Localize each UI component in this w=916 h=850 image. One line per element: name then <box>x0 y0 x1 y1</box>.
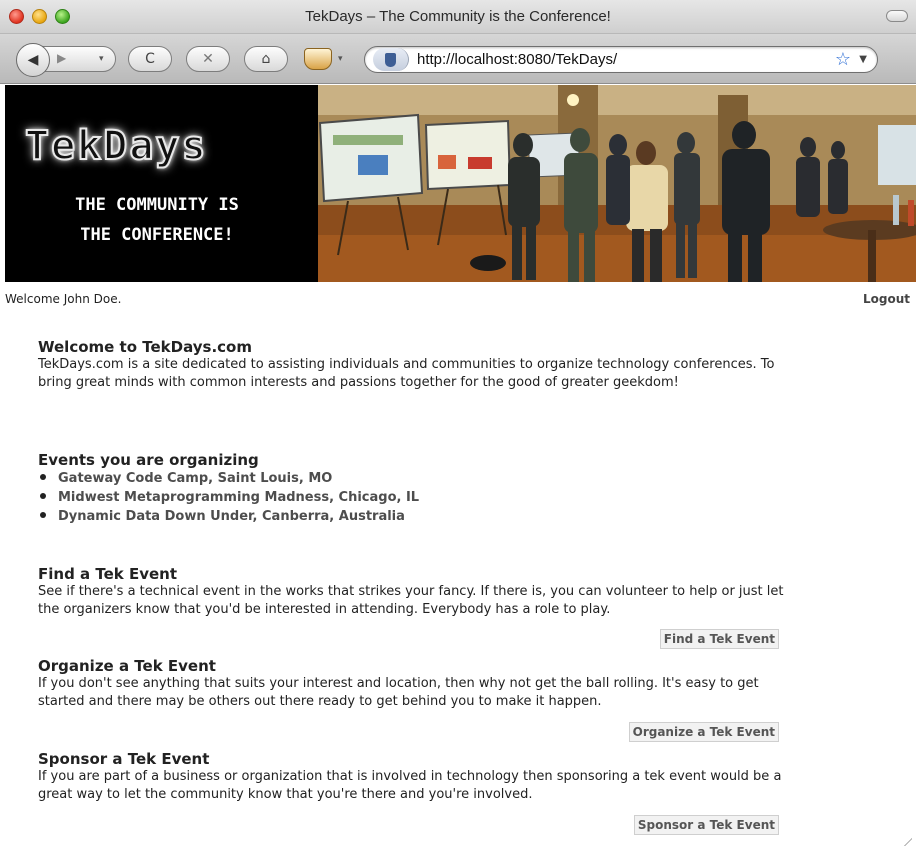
organizing-section: Events you are organizing Gateway Code C… <box>38 451 798 526</box>
window-titlebar: TekDays – The Community is the Conferenc… <box>0 0 916 34</box>
intro-body: TekDays.com is a site dedicated to assis… <box>38 357 775 390</box>
home-button[interactable]: ⌂ <box>244 46 288 72</box>
browser-toolbar: ◀ ▶ ▾ C ✕ ⌂ ▾ http://localhost:8080/TekD… <box>0 34 916 84</box>
tagline-line-1: THE COMMUNITY IS <box>75 195 239 215</box>
site-banner: TekDays THE COMMUNITY IS THE CONFERENCE! <box>5 85 916 282</box>
logo-panel: TekDays THE COMMUNITY IS THE CONFERENCE! <box>5 85 318 282</box>
find-heading: Find a Tek Event <box>38 565 178 583</box>
list-item: Dynamic Data Down Under, Canberra, Austr… <box>38 507 798 526</box>
forward-arrow-icon: ▶ <box>57 51 67 65</box>
cup-dropdown-icon[interactable]: ▾ <box>338 54 343 64</box>
conference-photo <box>318 85 916 282</box>
back-forward-control: ◀ ▶ ▾ <box>16 43 116 77</box>
bookmark-star-icon[interactable]: ☆ <box>835 49 851 70</box>
organizing-events-list: Gateway Code Camp, Saint Louis, MO Midwe… <box>38 469 798 526</box>
tagline: THE COMMUNITY IS THE CONFERENCE! <box>23 190 291 250</box>
reload-icon: C <box>145 51 155 67</box>
firebug-cup-icon[interactable] <box>304 48 332 70</box>
organize-event-button[interactable]: Organize a Tek Event <box>628 722 779 742</box>
logout-link[interactable]: Logout <box>863 292 910 306</box>
toolbar-toggle-button[interactable] <box>886 10 908 22</box>
organize-heading: Organize a Tek Event <box>38 657 216 675</box>
forward-button[interactable]: ▶ <box>57 51 66 65</box>
stop-icon: ✕ <box>202 51 214 67</box>
window-resize-grip[interactable] <box>902 836 912 846</box>
find-event-button[interactable]: Find a Tek Event <box>659 629 779 649</box>
back-button[interactable]: ◀ <box>16 43 50 77</box>
url-text[interactable]: http://localhost:8080/TekDays/ <box>417 51 617 68</box>
tagline-line-2: THE CONFERENCE! <box>80 225 234 245</box>
window-title: TekDays – The Community is the Conferenc… <box>305 8 611 25</box>
stop-button[interactable]: ✕ <box>186 46 230 72</box>
sponsor-event-button[interactable]: Sponsor a Tek Event <box>633 815 779 835</box>
sponsor-section: Sponsor a Tek Event If you are part of a… <box>38 750 798 804</box>
find-section: Find a Tek Event See if there's a techni… <box>38 565 798 619</box>
home-icon: ⌂ <box>261 51 271 67</box>
sponsor-heading: Sponsor a Tek Event <box>38 750 210 768</box>
organize-section: Organize a Tek Event If you don't see an… <box>38 657 798 711</box>
intro-heading: Welcome to TekDays.com <box>38 338 252 356</box>
welcome-message: Welcome John Doe. <box>5 292 122 306</box>
site-identity-icon[interactable] <box>373 48 409 71</box>
event-link[interactable]: Gateway Code Camp, Saint Louis, MO <box>58 471 332 486</box>
back-arrow-icon: ◀ <box>27 52 39 68</box>
reload-button[interactable]: C <box>128 46 172 72</box>
list-item: Gateway Code Camp, Saint Louis, MO <box>38 469 798 488</box>
list-item: Midwest Metaprogramming Madness, Chicago… <box>38 488 798 507</box>
organizing-heading: Events you are organizing <box>38 451 259 469</box>
url-history-dropdown-icon[interactable]: ▼ <box>859 54 867 65</box>
conference-photo-image <box>318 85 916 282</box>
address-bar[interactable]: http://localhost:8080/TekDays/ ☆ ▼ <box>364 46 878 73</box>
event-link[interactable]: Midwest Metaprogramming Madness, Chicago… <box>58 490 419 505</box>
event-link[interactable]: Dynamic Data Down Under, Canberra, Austr… <box>58 509 405 524</box>
sponsor-body: If you are part of a business or organiz… <box>38 769 782 802</box>
find-body: See if there's a technical event in the … <box>38 584 784 617</box>
intro-section: Welcome to TekDays.com TekDays.com is a … <box>38 338 798 392</box>
tekdays-logo: TekDays <box>24 122 208 170</box>
history-dropdown-icon[interactable]: ▾ <box>99 54 104 64</box>
organize-body: If you don't see anything that suits you… <box>38 676 759 709</box>
